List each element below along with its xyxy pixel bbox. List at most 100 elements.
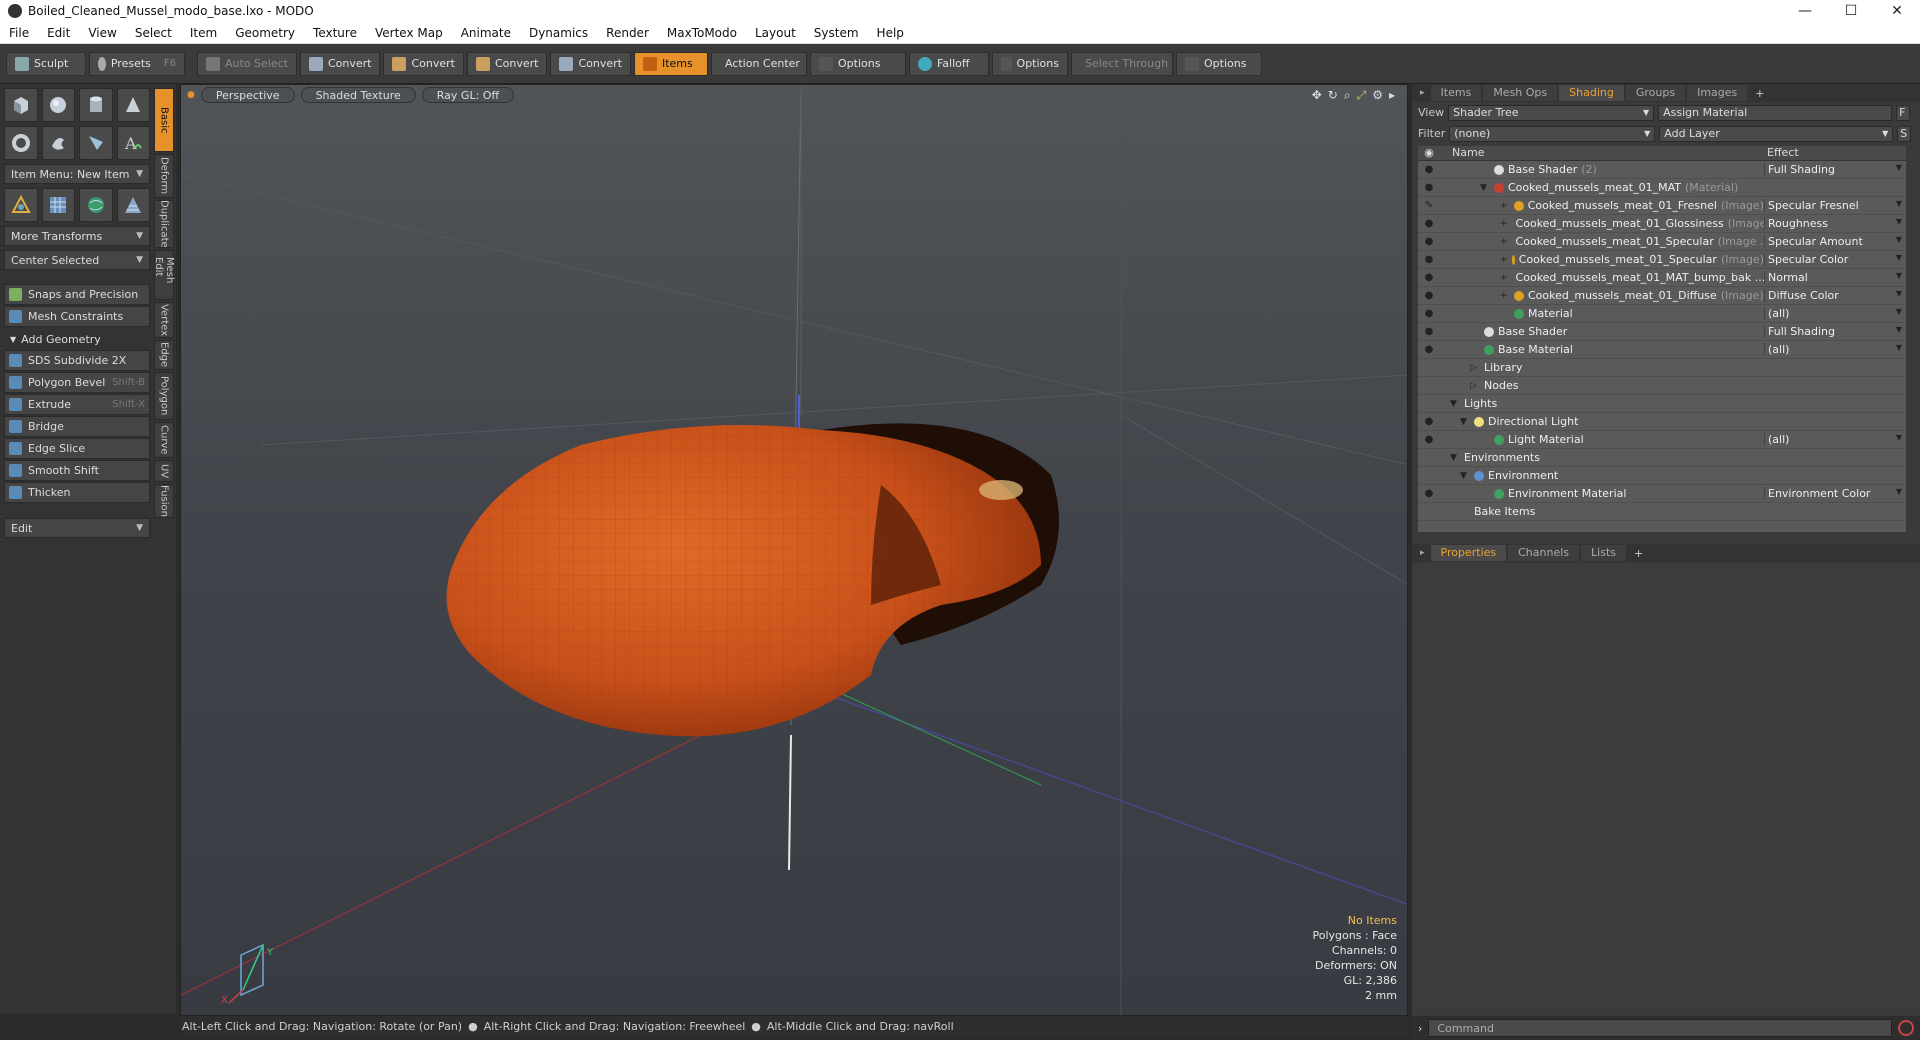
minimize-button[interactable]: — [1782, 0, 1828, 22]
select-through-options-button[interactable]: Options [1175, 51, 1262, 76]
capsule-icon[interactable] [41, 126, 75, 160]
visibility-eye-icon[interactable]: ● [1418, 434, 1440, 445]
falloff-button[interactable]: Falloff [908, 51, 989, 76]
layer-effect[interactable]: Specular Amount ▼ [1764, 235, 1906, 248]
center-selected-dropdown[interactable]: Center Selected ▼ [4, 250, 150, 270]
command-input[interactable]: Command [1428, 1019, 1892, 1037]
tool-extrude-button[interactable]: Extrude Shift-X [4, 394, 150, 415]
more-transforms-dropdown[interactable]: More Transforms ▼ [4, 226, 150, 246]
expand-toggle-icon[interactable]: ▼ [1460, 417, 1470, 427]
visibility-eye-icon[interactable]: ● [1418, 488, 1440, 499]
layer-effect[interactable]: Normal ▼ [1764, 271, 1906, 284]
pen-icon[interactable] [79, 126, 113, 160]
raygl-button[interactable]: Ray GL: Off [421, 87, 515, 103]
tree-row[interactable]: ● Base Shader Full Shading ▼ [1418, 323, 1906, 341]
menu-edit[interactable]: Edit [38, 22, 79, 44]
tool-polygon-bevel-button[interactable]: Polygon Bevel Shift-B [4, 372, 150, 393]
vtab-deform[interactable]: Deform [154, 154, 174, 198]
item-menu-dropdown[interactable]: Item Menu: New Item ▼ [4, 164, 150, 184]
transform-gizmo-icon[interactable] [4, 188, 38, 222]
visibility-eye-icon[interactable]: ● [1418, 218, 1440, 229]
expand-toggle-icon[interactable]: ▼ [1450, 399, 1460, 409]
add-tab-icon[interactable]: + [1628, 547, 1649, 560]
layer-effect[interactable]: Specular Fresnel ▼ [1764, 199, 1906, 212]
layer-effect[interactable]: Environment Color ▼ [1764, 487, 1906, 500]
close-button[interactable]: ✕ [1874, 0, 1920, 22]
add-tab-icon[interactable]: + [1749, 87, 1770, 100]
visibility-eye-icon[interactable]: ● [1418, 344, 1440, 355]
vtab-fusion[interactable]: Fusion [154, 484, 174, 518]
expand-toggle-icon[interactable]: ▷ [1470, 381, 1480, 391]
tree-row[interactable]: ▷ Nodes [1418, 377, 1906, 395]
tree-row[interactable]: ● ▼ Directional Light [1418, 413, 1906, 431]
view-select[interactable]: Shader Tree ▼ [1448, 104, 1655, 121]
tree-row[interactable]: ● Material (all) ▼ [1418, 305, 1906, 323]
expand-toggle-icon[interactable]: + [1500, 273, 1508, 283]
record-icon[interactable] [1898, 1020, 1914, 1036]
gear-icon[interactable]: ⚙ [1372, 88, 1383, 103]
maximize-button[interactable]: ☐ [1828, 0, 1874, 22]
assign-material-button[interactable]: Assign Material [1658, 104, 1893, 121]
visibility-eye-icon[interactable]: ● [1418, 416, 1440, 427]
expand-toggle-icon[interactable]: + [1500, 291, 1510, 301]
action-center-options-button[interactable]: Options [809, 51, 906, 76]
pan-icon[interactable]: ✥ [1312, 88, 1322, 103]
layer-effect[interactable]: Roughness ▼ [1764, 217, 1906, 230]
vtab-mesh-edit[interactable]: Mesh Edit [153, 250, 175, 300]
cylinder-icon[interactable] [79, 88, 113, 122]
expand-toggle-icon[interactable]: + [1500, 219, 1508, 229]
tree-row[interactable]: ▷ Library [1418, 359, 1906, 377]
sculpt-button[interactable]: Sculpt [6, 51, 86, 76]
visibility-eye-icon[interactable]: ● [1418, 164, 1440, 175]
vtab-duplicate[interactable]: Duplicate [154, 200, 174, 248]
select-through-button[interactable]: Select Through [1070, 51, 1173, 76]
tree-row[interactable]: ● + Cooked_mussels_meat_01_Specular (Image)… [1418, 251, 1906, 269]
tool-smooth-shift-button[interactable]: Smooth Shift [4, 460, 150, 481]
menu-dynamics[interactable]: Dynamics [520, 22, 597, 44]
expand-toggle-icon[interactable]: ▼ [1460, 471, 1470, 481]
menu-item[interactable]: Item [181, 22, 226, 44]
brush-icon[interactable]: ✎ [1418, 200, 1440, 211]
visibility-eye-icon[interactable]: ● [1418, 236, 1440, 247]
auto-select-button[interactable]: Auto Select [197, 51, 297, 76]
visibility-eye-icon[interactable]: ● [1418, 290, 1440, 301]
panel-menu-icon[interactable]: ▸ [1416, 548, 1429, 558]
action-center-button[interactable]: Action Center [710, 51, 807, 76]
menu-view[interactable]: View [79, 22, 125, 44]
s-button[interactable]: S [1897, 125, 1912, 142]
visibility-eye-icon[interactable]: ● [1418, 272, 1440, 283]
visibility-eye-icon[interactable]: ● [1418, 308, 1440, 319]
viewport-menu-dot[interactable]: ● [187, 90, 195, 100]
filter-select[interactable]: (none) ▼ [1449, 125, 1656, 142]
tab-channels[interactable]: Channels [1508, 545, 1580, 561]
vtab-curve[interactable]: Curve [154, 422, 174, 458]
menu-help[interactable]: Help [868, 22, 913, 44]
falloff-options-button[interactable]: Options [991, 51, 1068, 76]
tab-items[interactable]: Items [1430, 85, 1482, 101]
menu-system[interactable]: System [805, 22, 868, 44]
pyramid-grid-icon[interactable] [116, 188, 150, 222]
shading-mode-button[interactable]: Shaded Texture [300, 87, 416, 103]
menu-texture[interactable]: Texture [304, 22, 366, 44]
tree-row[interactable]: ▼ Environments [1418, 449, 1906, 467]
tool-thicken-button[interactable]: Thicken [4, 482, 150, 503]
view-type-button[interactable]: Perspective [200, 87, 295, 103]
layer-effect[interactable]: (all) ▼ [1764, 433, 1906, 446]
visibility-eye-icon[interactable]: ● [1418, 326, 1440, 337]
play-arrow-icon[interactable]: ▸ [1389, 88, 1395, 103]
name-column-header[interactable]: Name [1440, 146, 1764, 160]
presets-button[interactable]: Presets F6 [89, 51, 185, 76]
tree-row[interactable]: ● Environment Material Environment Color ▼ [1418, 485, 1906, 503]
menu-animate[interactable]: Animate [452, 22, 520, 44]
edit-dropdown[interactable]: Edit ▼ [4, 518, 150, 538]
grid-icon[interactable] [41, 188, 75, 222]
menu-render[interactable]: Render [597, 22, 658, 44]
vtab-basic[interactable]: Basic [154, 88, 174, 152]
layer-effect[interactable]: Full Shading ▼ [1764, 325, 1906, 338]
rotate-icon[interactable]: ↻ [1328, 88, 1338, 103]
expand-toggle-icon[interactable]: + [1500, 255, 1508, 265]
visibility-eye-icon[interactable]: ● [1418, 182, 1440, 193]
convert-item-button[interactable]: Convert [550, 51, 631, 76]
tree-row[interactable]: ● + Cooked_mussels_meat_01_Glossiness (Imag… [1418, 215, 1906, 233]
tool-sds-subdivide-2x-button[interactable]: SDS Subdivide 2X [4, 350, 150, 371]
